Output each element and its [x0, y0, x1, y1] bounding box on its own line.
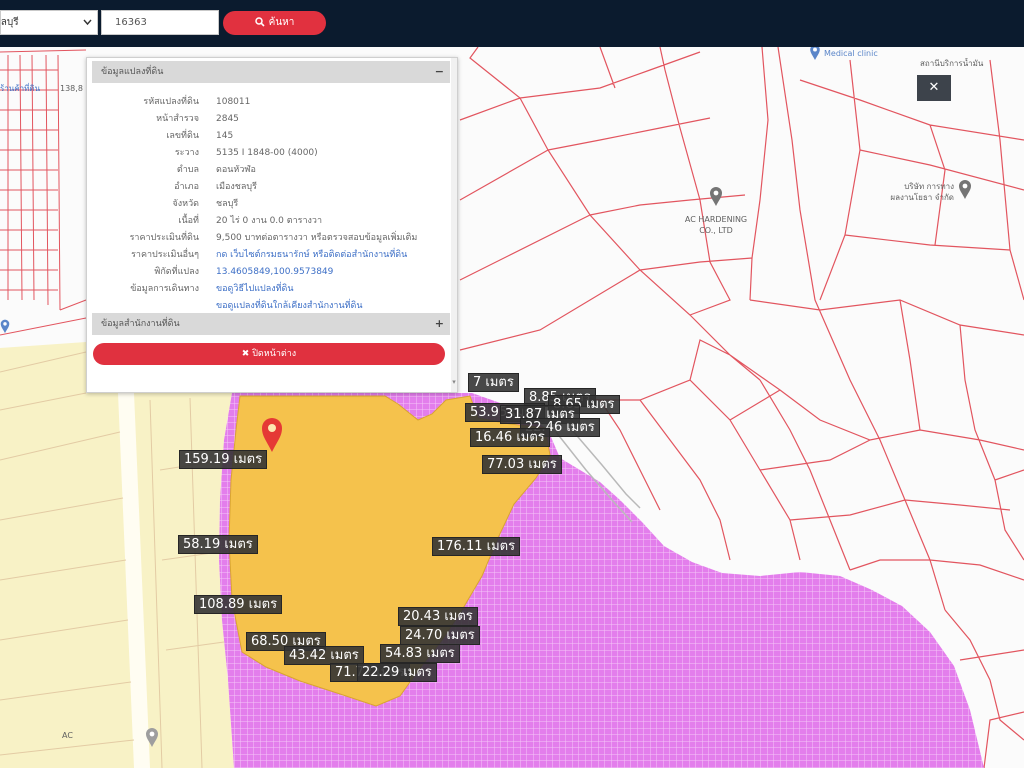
info-label: เลขที่ดิน: [166, 131, 199, 141]
info-row-land-no: เลขที่ดิน 145: [87, 128, 451, 145]
info-value: เมืองชลบุรี: [216, 182, 257, 192]
popup-scrollbar[interactable]: [451, 58, 457, 392]
map-close-button[interactable]: ✕: [917, 75, 951, 101]
info-value: 5135 I 1848-00 (4000): [216, 148, 318, 158]
info-label: อำเภอ: [174, 182, 199, 192]
info-row-other-appraisal: ราคาประเมินอื่นๆ กด เว็บไซต์กรมธนารักษ์ …: [87, 247, 451, 264]
info-label: ตำบล: [176, 165, 199, 175]
parcel-info-popup: ▾ ข้อมูลแปลงที่ดิน − รหัสแปลงที่ดิน 1080…: [86, 57, 458, 393]
info-label: รหัสแปลงที่ดิน: [143, 97, 199, 107]
info-row-parcel-code: รหัสแปลงที่ดิน 108011: [87, 94, 451, 111]
distance-label: 20.43 เมตร: [398, 607, 478, 626]
distance-label: 22.29 เมตร: [357, 663, 437, 682]
expand-icon[interactable]: +: [435, 313, 444, 335]
poi-label: AC: [62, 731, 73, 740]
info-value: 145: [216, 131, 234, 141]
info-row-sheet: ระวาง 5135 I 1848-00 (4000): [87, 145, 451, 162]
info-row-province: จังหวัด ชลบุรี: [87, 196, 451, 213]
coordinates-link[interactable]: 13.4605849,100.9573849: [216, 264, 448, 281]
info-value: 108011: [216, 97, 251, 107]
treasury-link[interactable]: กด เว็บไซต์กรมธนารักษ์ หรือติดต่อสำนักงา…: [216, 247, 448, 264]
distance-label: 7 เมตร: [468, 373, 519, 392]
info-value: ดอนหัวฬ่อ: [216, 165, 256, 175]
info-label: จังหวัด: [172, 199, 200, 209]
info-value: 2845: [216, 114, 239, 124]
distance-label: 24.70 เมตร: [400, 626, 480, 645]
info-row-area: เนื้อที่ 20 ไร่ 0 งาน 0.0 ตารางวา: [87, 213, 451, 230]
distance-label: 16.46 เมตร: [470, 428, 550, 447]
parcel-info-title: ข้อมูลแปลงที่ดิน: [101, 67, 164, 77]
info-label: พิกัดที่แปลง: [154, 267, 199, 277]
distance-label: 159.19 เมตร: [179, 450, 268, 469]
poi-label: Medical clinic: [824, 49, 878, 58]
poi-label: บริษัท การทาง: [904, 182, 954, 191]
parcel-number-input[interactable]: 16363: [101, 10, 219, 35]
info-row-appraisal: ราคาประเมินที่ดิน 9,500 บาทต่อตารางวา หร…: [87, 230, 451, 247]
poi-label: สถานีบริการน้ำมัน: [920, 59, 984, 68]
info-label: หน้าสำรวจ: [156, 114, 199, 124]
distance-label: 77.03 เมตร: [482, 455, 562, 474]
info-label: เนื้อที่: [178, 216, 199, 226]
info-row-coordinates: พิกัดที่แปลง 13.4605849,100.9573849: [87, 264, 451, 281]
info-row-survey-page: หน้าสำรวจ 2845: [87, 111, 451, 128]
scroll-down-icon[interactable]: ▾: [451, 378, 457, 386]
info-value: 20 ไร่ 0 งาน 0.0 ตารางวา: [216, 216, 323, 226]
map-pin-icon[interactable]: [709, 186, 723, 206]
distance-label: 176.11 เมตร: [432, 537, 521, 556]
search-button-label: ค้นหา: [268, 17, 295, 28]
chevron-down-icon: [83, 19, 92, 26]
distance-label: 108.89 เมตร: [194, 595, 283, 614]
collapse-icon[interactable]: −: [435, 61, 444, 83]
info-value: 9,500 บาทต่อตารางวา หรือตรวจสอบข้อมูลเพิ…: [216, 233, 418, 243]
map-pin-icon[interactable]: [958, 179, 972, 199]
poi-label: AC HARDENING: [684, 215, 748, 224]
info-label: ราคาประเมินอื่นๆ: [131, 250, 199, 260]
top-search-bar: ชลบุรี 16363 ค้นหา: [0, 0, 1024, 47]
search-icon: [254, 17, 265, 27]
info-row-subdistrict: ตำบล ดอนหัวฬ่อ: [87, 162, 451, 179]
map-pin-icon[interactable]: [0, 318, 10, 334]
poi-label: ผลงานโยธา จำกัด: [890, 193, 954, 202]
distance-label: 58.19 เมตร: [178, 535, 258, 554]
province-select[interactable]: ชลบุรี: [0, 10, 98, 35]
search-button[interactable]: ค้นหา: [223, 11, 326, 35]
land-office-section-header[interactable]: ข้อมูลสำนักงานที่ดิน +: [92, 313, 450, 335]
info-row-directions: ข้อมูลการเดินทาง ขอดูวิธีไปแปลงที่ดิน: [87, 281, 451, 298]
info-label: ราคาประเมินที่ดิน: [129, 233, 199, 243]
info-value: ชลบุรี: [216, 199, 239, 209]
poi-label: ร้านค้าที่ดิน: [0, 84, 41, 93]
distance-label: 54.83 เมตร: [380, 644, 460, 663]
info-label: ข้อมูลการเดินทาง: [130, 284, 199, 294]
directions-link[interactable]: ขอดูวิธีไปแปลงที่ดิน: [216, 281, 448, 298]
poi-label: 138,8: [60, 84, 83, 93]
info-label: ระวาง: [174, 148, 199, 158]
map-pin-icon[interactable]: [145, 727, 159, 747]
close-window-button[interactable]: ✖ ปิดหน้าต่าง: [93, 343, 445, 365]
province-select-value: ชลบุรี: [0, 17, 19, 28]
info-row-district: อำเภอ เมืองชลบุรี: [87, 179, 451, 196]
parcel-info-header[interactable]: ข้อมูลแปลงที่ดิน −: [92, 61, 450, 83]
poi-label: CO., LTD: [699, 226, 733, 235]
land-office-section-title: ข้อมูลสำนักงานที่ดิน: [101, 319, 180, 329]
